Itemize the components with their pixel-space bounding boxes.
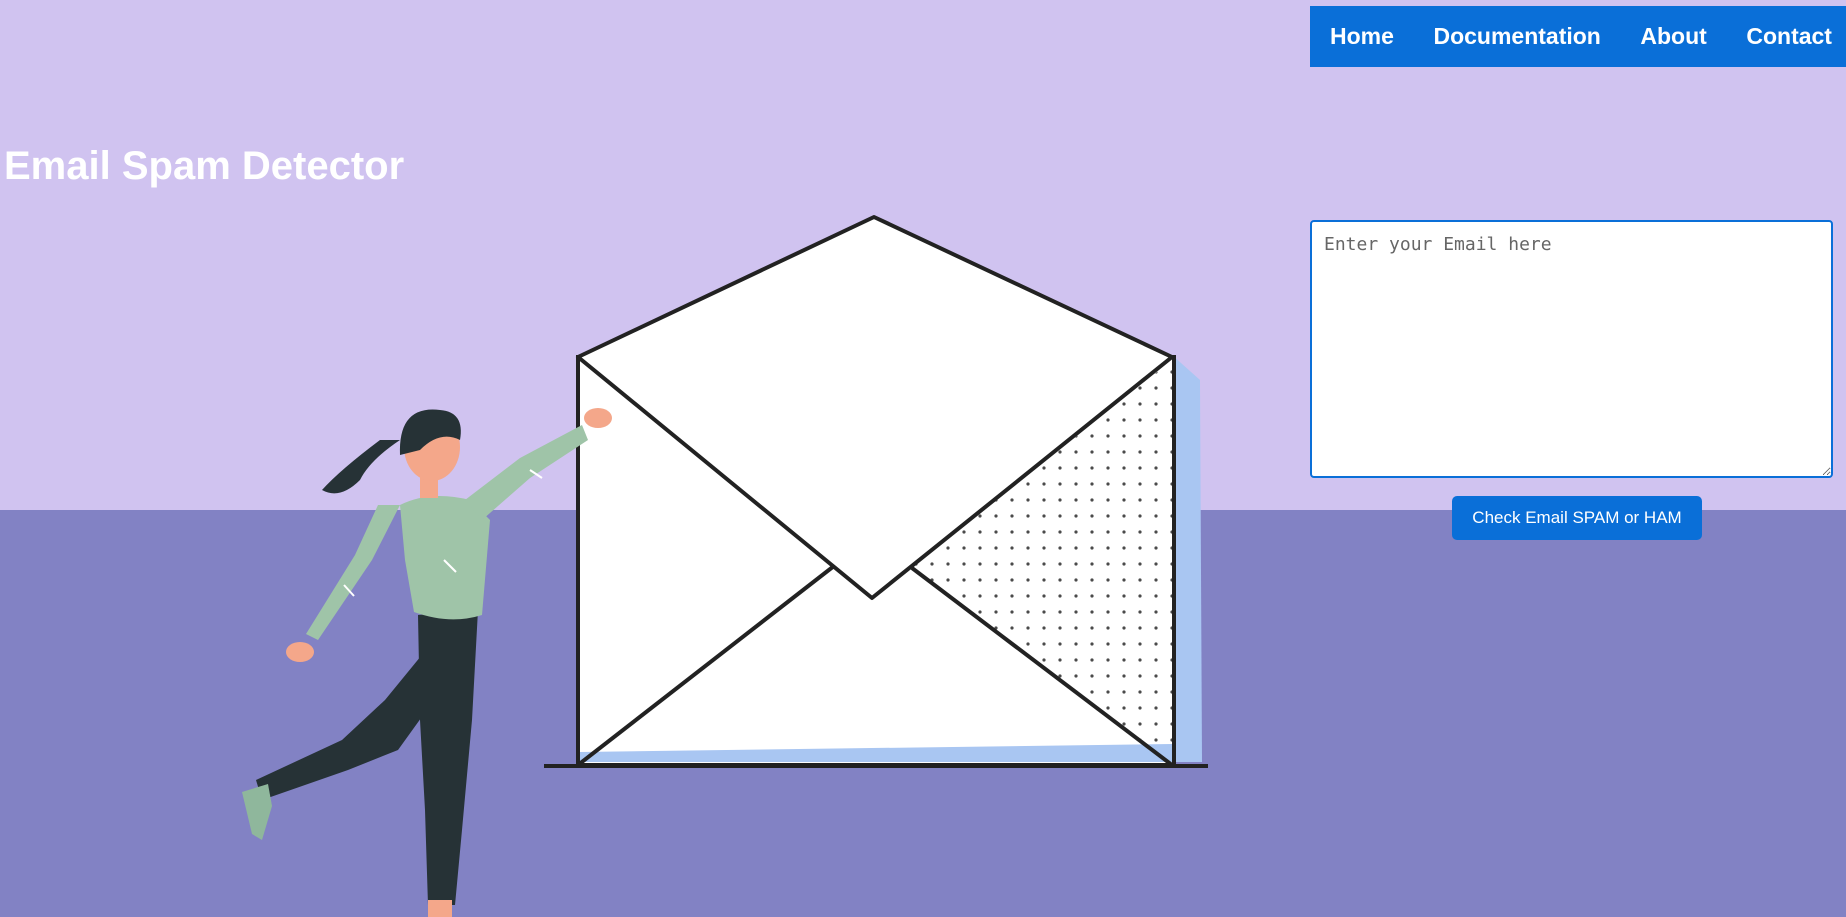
- envelope-icon: [544, 215, 1208, 768]
- top-nav: Home Documentation About Contact: [1310, 6, 1846, 67]
- nav-documentation-link[interactable]: Documentation: [1433, 23, 1600, 50]
- check-spam-button[interactable]: Check Email SPAM or HAM: [1452, 496, 1702, 540]
- nav-home-link[interactable]: Home: [1330, 23, 1394, 50]
- page-title: Email Spam Detector: [4, 144, 405, 188]
- woman-illustration: [242, 408, 612, 917]
- nav-contact-link[interactable]: Contact: [1746, 23, 1832, 50]
- nav-about-link[interactable]: About: [1640, 23, 1706, 50]
- email-input[interactable]: [1310, 220, 1833, 478]
